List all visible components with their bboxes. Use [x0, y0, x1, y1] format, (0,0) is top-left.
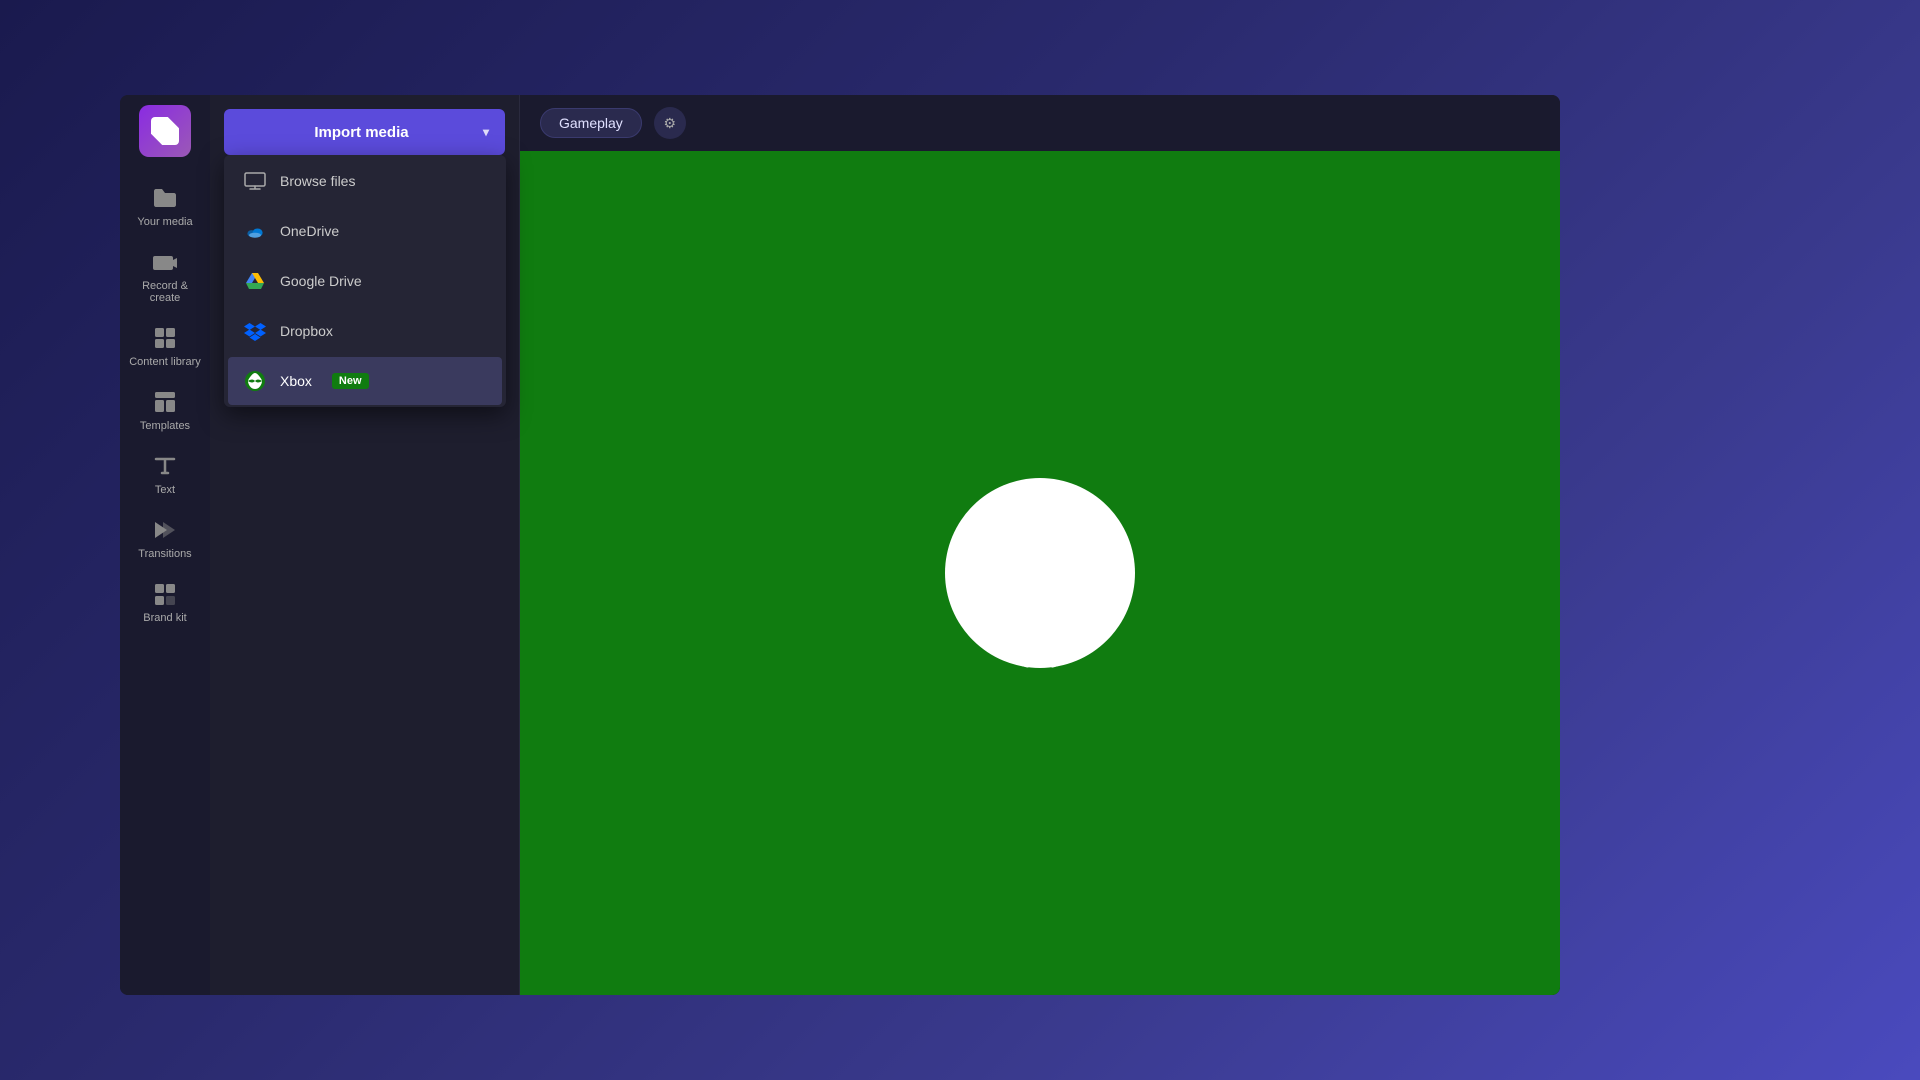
sidebar-item-brand-kit[interactable]: Brand kit: [125, 572, 205, 632]
xbox-icon: [244, 370, 266, 392]
sidebar-item-templates[interactable]: Templates: [125, 380, 205, 440]
import-media-button[interactable]: Import media ▾: [224, 109, 505, 155]
google-drive-icon: [244, 270, 266, 292]
xbox-item[interactable]: Xbox New: [228, 357, 502, 405]
sidebar-item-label-transitions: Transitions: [138, 548, 191, 560]
sidebar-item-label-content: Content library: [129, 356, 201, 368]
xbox-new-badge: New: [332, 373, 369, 389]
settings-icon: ⚙: [664, 115, 677, 132]
sidebar-item-transitions[interactable]: Transitions: [125, 508, 205, 568]
app-logo: [139, 105, 191, 157]
import-button-label: Import media: [240, 124, 483, 141]
onedrive-icon: [244, 220, 266, 242]
chevron-down-icon: ▾: [483, 125, 489, 139]
monitor-icon: [244, 170, 266, 192]
sidebar-item-content-library[interactable]: Content library: [125, 316, 205, 376]
dropbox-label: Dropbox: [280, 323, 333, 339]
text-icon: [151, 452, 179, 480]
import-btn-container: Import media ▾ Browse files: [210, 95, 519, 169]
sidebar-item-label-brand: Brand kit: [143, 612, 186, 624]
dropbox-item[interactable]: Dropbox: [228, 307, 502, 355]
transitions-icon: [151, 516, 179, 544]
xbox-label: Xbox: [280, 373, 312, 389]
sidebar-item-label-record: Record & create: [129, 280, 201, 304]
onedrive-label: OneDrive: [280, 223, 339, 239]
sidebar-item-record-create[interactable]: Record & create: [125, 240, 205, 312]
browse-files-item[interactable]: Browse files: [228, 157, 502, 205]
onedrive-item[interactable]: OneDrive: [228, 207, 502, 255]
folder-icon: [151, 184, 179, 212]
google-drive-item[interactable]: Google Drive: [228, 257, 502, 305]
sidebar-item-label-your-media: Your media: [137, 216, 192, 228]
google-drive-label: Google Drive: [280, 273, 362, 289]
main-header: Gameplay ⚙: [520, 95, 1560, 151]
sidebar-item-label-templates: Templates: [140, 420, 190, 432]
camera-icon: [151, 248, 179, 276]
sidebar-item-your-media[interactable]: Your media: [125, 176, 205, 236]
app-container: Your media Record & create Content l: [120, 95, 1560, 995]
sidebar-item-text[interactable]: Text: [125, 444, 205, 504]
xbox-logo-image: [940, 473, 1140, 673]
brand-icon: [151, 580, 179, 608]
main-content: Gameplay ⚙: [520, 95, 1560, 995]
media-panel: Import media ▾ Browse files: [210, 95, 520, 995]
logo-shape: [151, 117, 179, 145]
browse-files-label: Browse files: [280, 173, 355, 189]
sidebar-item-label-text: Text: [155, 484, 175, 496]
import-dropdown-menu: Browse files OneDrive: [224, 155, 506, 407]
gameplay-tab[interactable]: Gameplay: [540, 108, 642, 138]
sidebar: Your media Record & create Content l: [120, 95, 210, 995]
main-preview-area: [520, 151, 1560, 995]
grid-icon: [151, 324, 179, 352]
templates-icon: [151, 388, 179, 416]
dropbox-icon: [244, 320, 266, 342]
settings-icon-button[interactable]: ⚙: [654, 107, 686, 139]
